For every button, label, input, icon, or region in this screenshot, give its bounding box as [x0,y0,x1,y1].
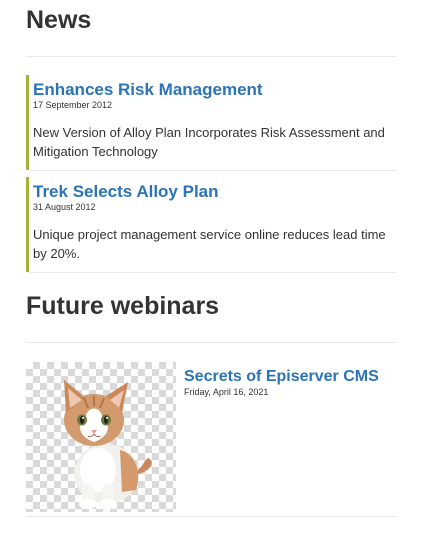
news-heading: News [26,6,92,34]
news-item-divider [29,170,396,171]
news-item: Trek Selects Alloy Plan 31 August 2012 U… [26,177,396,272]
webinars-bottom-divider [26,516,396,517]
webinar-date: Friday, April 16, 2021 [184,387,269,397]
news-date: 17 September 2012 [33,100,113,110]
webinar-title-link[interactable]: Secrets of Episerver CMS [184,367,379,387]
news-headline-link[interactable]: Enhances Risk Management [33,80,396,100]
webinar-image-kitten[interactable] [26,362,176,512]
news-item: Enhances Risk Management 17 September 20… [26,75,396,170]
page: News Enhances Risk Management 17 Septemb… [0,0,434,539]
news-summary: Unique project management service online… [33,227,386,261]
news-item-divider [29,272,396,273]
webinars-divider [26,342,396,343]
news-headline-link[interactable]: Trek Selects Alloy Plan [33,182,396,202]
news-date: 31 August 2012 [33,202,96,212]
news-summary: New Version of Alloy Plan Incorporates R… [33,125,385,159]
news-divider [26,56,396,57]
webinars-heading: Future webinars [26,292,220,320]
kitten-illustration [64,380,152,509]
